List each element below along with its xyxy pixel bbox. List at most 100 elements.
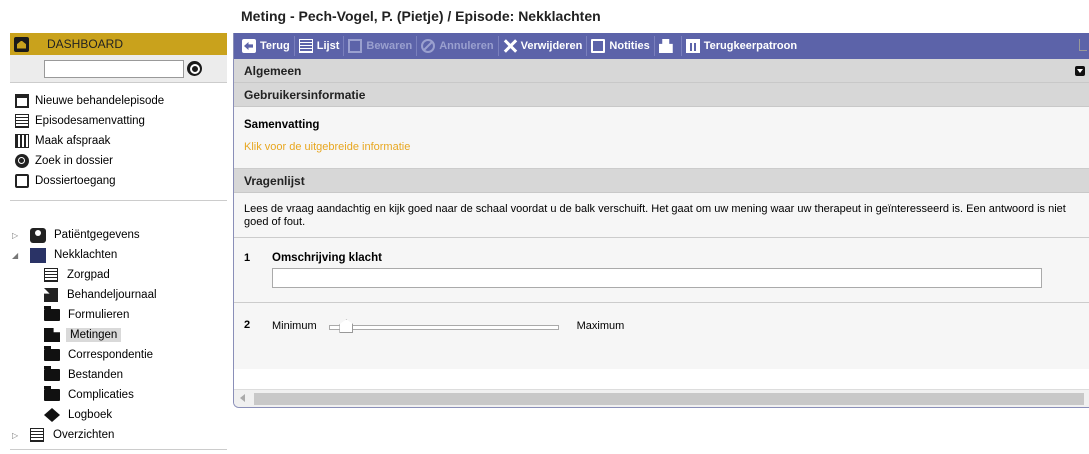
back-label: Terug [260,40,290,52]
list-icon [298,39,313,53]
question-number: 2 [244,319,251,332]
search-file-action[interactable]: Zoek in dossier [15,153,227,169]
edit-icon [15,174,29,188]
delete-label: Verwijderen [520,40,583,52]
notes-button[interactable]: Notities [587,36,655,56]
close-icon [503,39,517,53]
questionnaire-instruction: Lees de vraag aandachtig en kijk goed na… [234,203,1089,239]
desk-icon [30,247,46,263]
question-label: Omschrijving klacht [272,252,382,265]
toolbar: Terug Lijst Bewaren Annuleren Verwijdere… [234,33,1089,59]
section-general[interactable]: Algemeen [234,59,1089,83]
collapse-arrow-icon[interactable]: ◢ [12,251,22,260]
dashboard-button[interactable]: DASHBOARD [10,33,227,55]
expand-arrow-icon[interactable]: ▷ [12,431,22,440]
search-input[interactable] [44,59,184,78]
tree-label: Correspondentie [68,349,154,361]
cancel-icon [421,39,436,53]
tree-item-logboek[interactable]: Logboek [44,405,227,425]
tree-label: Overzichten [53,429,115,441]
tree-label: Complicaties [68,389,134,401]
tree-item-episode[interactable]: ◢ Nekklachten [12,245,227,265]
list-button[interactable]: Lijst [295,36,345,56]
search-icon[interactable] [187,61,202,76]
logbook-icon [44,408,60,422]
cancel-label: Annuleren [439,40,494,52]
scrollbar-thumb[interactable] [254,393,1084,405]
tree-item-metingen[interactable]: Metingen [44,325,227,345]
calendar-plus-icon [15,94,29,108]
print-button[interactable] [655,36,682,56]
episode-summary-action[interactable]: Episodesamenvatting [15,113,227,129]
delete-button[interactable]: Verwijderen [499,36,588,56]
folder-icon [44,386,60,401]
action-label: Zoek in dossier [35,155,113,167]
section-questionnaire[interactable]: Vragenlijst [234,169,1089,193]
calendar-grid-icon [15,134,29,148]
slider-max-label: Maximum [576,320,625,333]
tree-item-correspondentie[interactable]: Correspondentie [44,345,227,365]
tree-item-overviews[interactable]: ▷ Overzichten [12,425,227,445]
more-info-link[interactable]: Klik voor de uitgebreide informatie [244,141,1079,153]
user-info-body: Samenvatting Klik voor de uitgebreide in… [234,107,1089,169]
summary-heading: Samenvatting [244,119,320,131]
page-title: Meting - Pech-Vogel, P. (Pietje) / Episo… [241,8,601,24]
slider-row: Minimum Maximum [272,319,625,334]
scale-slider[interactable] [328,319,559,334]
chevron-left-icon[interactable] [240,394,245,402]
tree-item-bestanden[interactable]: Bestanden [44,365,227,385]
tree-item-patient[interactable]: ▷ Patiëntgegevens [12,225,227,245]
return-pattern-button[interactable]: Terugkeerpatroon [682,36,801,56]
tree-item-behandeljournaal[interactable]: Behandeljournaal [44,285,227,305]
slider-min-label: Minimum [272,320,317,333]
complaint-description-input[interactable] [272,268,1042,289]
question-1: 1 Omschrijving klacht [234,238,1089,304]
chevron-down-icon[interactable] [1075,66,1085,76]
action-label: Episodesamenvatting [35,115,145,127]
folder-icon [44,346,60,361]
sidebar-search [10,55,227,83]
slider-handle[interactable] [339,319,354,334]
expand-arrow-icon[interactable]: ▷ [12,231,22,240]
dashboard-label: DASHBOARD [47,37,124,51]
episode-subitems: Zorgpad Behandeljournaal Formulieren Met… [12,265,227,425]
question-2: 2 Minimum Maximum [234,303,1089,334]
notes-label: Notities [609,40,650,52]
horizontal-scrollbar[interactable] [234,389,1089,407]
measure-icon [44,328,60,342]
navigation-tree: ▷ Patiëntgegevens ◢ Nekklachten Zorgpad … [10,201,227,445]
cancel-button[interactable]: Annuleren [417,36,499,56]
question-content: Omschrijving klacht [272,252,1079,289]
tree-label-selected: Metingen [66,328,122,342]
tree-item-formulieren[interactable]: Formulieren [44,305,227,325]
sidebar-divider [10,449,227,450]
tree-label: Logboek [68,409,113,421]
tree-item-zorgpad[interactable]: Zorgpad [44,265,227,285]
search-icon [15,154,29,168]
main-panel: Terug Lijst Bewaren Annuleren Verwijdere… [233,33,1089,408]
pen-icon [44,288,58,302]
person-icon [30,227,46,243]
print-icon [658,39,673,53]
list-icon [44,268,58,282]
return-pattern-label: Terugkeerpatroon [703,40,798,52]
tree-label: Patiëntgegevens [54,229,140,241]
back-button[interactable]: Terug [238,36,295,56]
questionnaire-body: Lees de vraag aandachtig en kijk goed na… [234,193,1089,369]
make-appointment-action[interactable]: Maak afspraak [15,133,227,149]
file-access-action[interactable]: Dossiertoegang [15,173,227,189]
action-label: Dossiertoegang [35,175,116,187]
tree-label: Formulieren [68,309,130,321]
action-label: Maak afspraak [35,135,111,147]
folder-icon [44,366,60,381]
save-button[interactable]: Bewaren [344,36,418,56]
section-user-info[interactable]: Gebruikersinformatie [234,83,1089,107]
tree-label: Behandeljournaal [67,289,157,301]
section-title: Vragenlijst [244,173,305,188]
new-episode-action[interactable]: Nieuwe behandelepisode [15,93,227,109]
save-label: Bewaren [366,40,413,52]
list-icon [30,428,44,442]
sidebar: DASHBOARD Nieuwe behandelepisode Episode… [10,33,227,450]
action-label: Nieuwe behandelepisode [35,95,165,107]
tree-item-complicaties[interactable]: Complicaties [44,385,227,405]
